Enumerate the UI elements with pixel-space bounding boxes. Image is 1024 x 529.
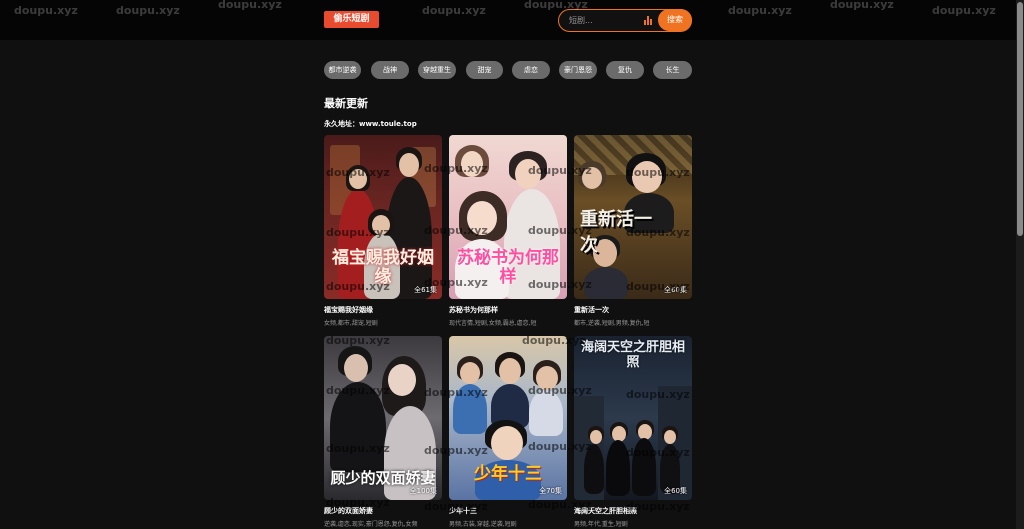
top-header: 偷乐短剧 搜索: [0, 0, 1016, 40]
episode-count-badge: 全100集: [409, 487, 437, 495]
drama-tags: 都市,逆袭,短剧,男频,复仇,短: [574, 320, 650, 327]
drama-tags: 逆袭,虐恋,现实,豪门恩怨,复仇,女频: [324, 521, 418, 528]
episode-count-badge: 全60集: [664, 286, 687, 294]
drama-poster[interactable]: 少年十三 全70集: [449, 336, 567, 500]
poster-title-art: 海阔天空之肝胆相照: [580, 340, 685, 370]
drama-title[interactable]: 海阔天空之肝胆相照: [574, 506, 692, 516]
drama-title[interactable]: 苏秘书为何那样: [449, 305, 567, 315]
drama-card[interactable]: 顾少的双面娇妻 全100集 顾少的双面娇妻 逆袭,虐恋,现实,豪门恩怨,复仇,女…: [324, 336, 442, 528]
bar-chart-icon: [644, 16, 654, 25]
poster-title-art: 福宝赐我好姻缘: [332, 248, 434, 287]
category-chip[interactable]: 甜宠: [466, 61, 503, 79]
scrollbar-thumb[interactable]: [1017, 2, 1023, 236]
drama-poster[interactable]: 海阔天空之肝胆相照 全60集: [574, 336, 692, 500]
drama-card[interactable]: 重新活一次 全60集 重新活一次 都市,逆袭,短剧,男频,复仇,短: [574, 135, 692, 327]
site-logo[interactable]: 偷乐短剧: [324, 11, 379, 28]
search-bar: 搜索: [558, 9, 692, 32]
category-chips: 都市逆袭 战神 穿越重生 甜宠 虐恋 豪门恩怨 复仇 长生: [324, 61, 694, 79]
episode-count-badge: 全61集: [414, 286, 437, 294]
category-chip[interactable]: 长生: [653, 61, 692, 79]
search-input[interactable]: [569, 13, 639, 28]
drama-title[interactable]: 少年十三: [449, 506, 567, 516]
episode-count-badge: 全60集: [664, 487, 687, 495]
drama-title[interactable]: 顾少的双面娇妻: [324, 506, 442, 516]
drama-card[interactable]: 福宝赐我好姻缘 全61集 福宝赐我好姻缘 女频,都市,甜宠,短剧: [324, 135, 442, 327]
category-chip[interactable]: 都市逆袭: [324, 61, 361, 79]
drama-tags: 男频,年代,重生,短剧: [574, 521, 628, 528]
drama-tags: 男频,古装,穿越,逆袭,短剧: [449, 521, 517, 528]
episode-count-badge: 全70集: [539, 487, 562, 495]
category-chip[interactable]: 虐恋: [512, 61, 550, 79]
drama-tags: 女频,都市,甜宠,短剧: [324, 320, 378, 327]
drama-card[interactable]: 苏秘书为何那样 苏秘书为何那样 现代言情,短剧,女频,霸总,虐恋,短: [449, 135, 567, 327]
page-scrollbar[interactable]: [1016, 0, 1024, 529]
search-button[interactable]: 搜索: [658, 9, 692, 31]
drama-card[interactable]: 海阔天空之肝胆相照 全60集 海阔天空之肝胆相照 男频,年代,重生,短剧: [574, 336, 692, 528]
drama-poster[interactable]: 福宝赐我好姻缘 全61集: [324, 135, 442, 299]
drama-title[interactable]: 福宝赐我好姻缘: [324, 305, 442, 315]
poster-title-art: 少年十三: [474, 464, 542, 484]
drama-tags: 现代言情,短剧,女频,霸总,虐恋,短: [449, 320, 537, 327]
section-title: 最新更新: [324, 97, 368, 110]
drama-poster[interactable]: 苏秘书为何那样: [449, 135, 567, 299]
poster-title-art: 苏秘书为何那样: [457, 248, 559, 287]
drama-poster[interactable]: 顾少的双面娇妻 全100集: [324, 336, 442, 500]
drama-card[interactable]: 少年十三 全70集 少年十三 男频,古装,穿越,逆袭,短剧: [449, 336, 567, 528]
category-chip[interactable]: 复仇: [606, 61, 644, 79]
category-chip[interactable]: 豪门恩怨: [559, 61, 597, 79]
drama-title[interactable]: 重新活一次: [574, 305, 692, 315]
drama-poster[interactable]: 重新活一次 全60集: [574, 135, 692, 299]
permanent-address-notice: 永久地址：www.toule.top: [324, 120, 417, 128]
category-chip[interactable]: 战神: [371, 61, 409, 79]
category-chip[interactable]: 穿越重生: [418, 61, 456, 79]
poster-title-art: 重新活一次: [580, 209, 652, 256]
